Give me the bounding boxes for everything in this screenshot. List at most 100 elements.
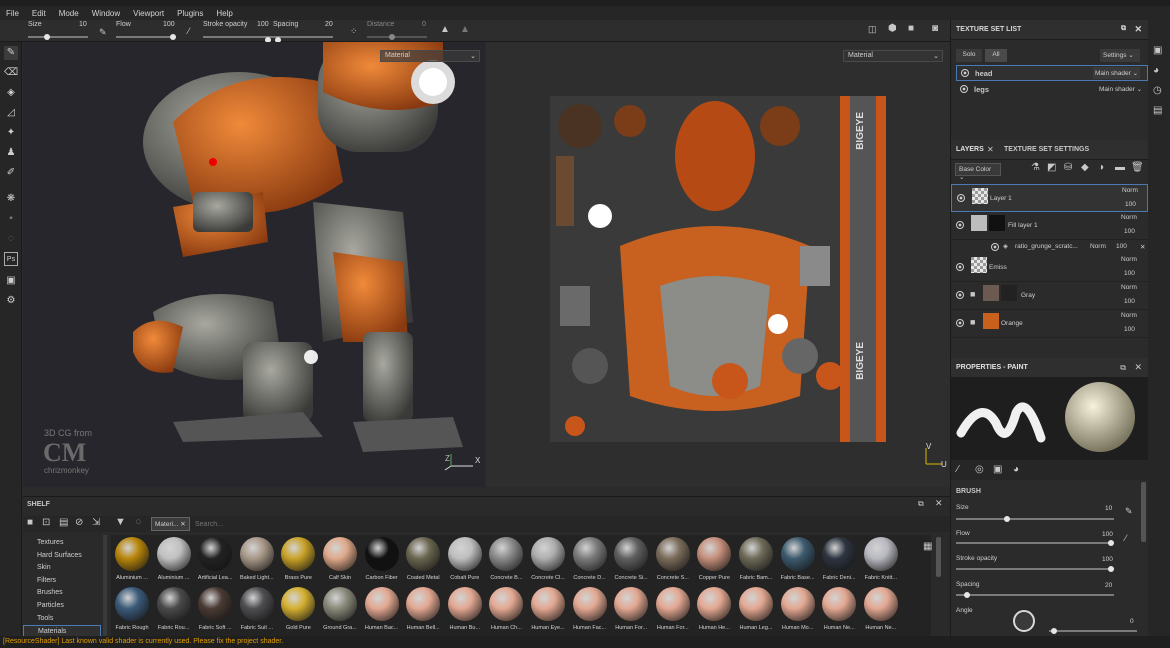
close-icon[interactable]: ✕ (1134, 24, 1142, 35)
pen-angle-icon[interactable]: ⁄ (188, 26, 190, 36)
viewport2d-material-select[interactable]: Material ⌄ (843, 50, 943, 62)
prop-angle-slider[interactable] (1049, 628, 1137, 634)
prop-size-slider[interactable] (956, 516, 1114, 522)
library-icon[interactable]: ▤ (59, 517, 68, 528)
undock-icon[interactable]: ⧉ (1120, 363, 1126, 373)
layer-opacity[interactable]: 100 (1125, 201, 1136, 208)
distance-slider[interactable] (367, 34, 427, 40)
layer-row-emiss[interactable]: Emiss Norm 100 (951, 254, 1148, 282)
paint-brush-icon[interactable]: ✎ (4, 46, 18, 60)
material-item[interactable]: Human Ch... (485, 587, 527, 631)
size-slider[interactable] (28, 34, 88, 40)
prop-size-handle[interactable] (1004, 516, 1010, 522)
visibility-eye-icon[interactable] (956, 263, 964, 271)
viewport-3d[interactable]: 3D CG from CM chrizmonkey Z X (23, 42, 485, 487)
brush-tab-icon[interactable]: ⁄ (957, 464, 959, 475)
distance-slider-handle[interactable] (389, 34, 395, 40)
glow-icon[interactable]: ◌ (4, 232, 18, 246)
material-item[interactable]: Fabric Deni... (818, 537, 860, 581)
polygon-fill-icon[interactable]: ◿ (4, 106, 18, 120)
material-item[interactable]: Human Eye... (527, 587, 569, 631)
paint-bucket-icon[interactable]: ◆ (1081, 162, 1089, 173)
material-item[interactable]: Aluminium ... (153, 537, 195, 581)
menu-item-viewport[interactable]: Viewport (133, 9, 164, 18)
material-item[interactable]: Human Bell... (402, 587, 444, 631)
shelf-category-skin[interactable]: Skin (23, 562, 101, 574)
menu-item-file[interactable]: File (6, 9, 19, 18)
layer-opacity[interactable]: 100 (1124, 298, 1135, 305)
shelf-search-input[interactable] (195, 518, 943, 530)
layer-opacity[interactable]: 100 (1116, 243, 1127, 250)
size-slider-handle[interactable] (44, 34, 50, 40)
add-fill-layer-icon[interactable]: ⛁ (1064, 162, 1072, 173)
material-item[interactable]: Human For... (652, 587, 694, 631)
prop-spacing-handle[interactable] (964, 592, 970, 598)
material-item[interactable]: Coated Metal (402, 537, 444, 581)
import-icon[interactable]: ⇲ (92, 517, 100, 528)
tab-texture-set-settings[interactable]: TEXTURE SET SETTINGS (1004, 146, 1089, 153)
shader-select[interactable]: Main shader ⌄ (1097, 83, 1144, 95)
material-item[interactable]: Fabric Base... (777, 537, 819, 581)
pen-angle-icon[interactable]: ⁄ (1125, 533, 1127, 543)
prop-flow-handle[interactable] (1108, 540, 1114, 546)
shelf-category-hard-surfaces[interactable]: Hard Surfaces (23, 550, 101, 562)
visibility-eye-icon[interactable] (956, 319, 964, 327)
color-picker-icon[interactable]: ✐ (4, 166, 18, 180)
symmetry-icon[interactable]: ▲ (440, 24, 450, 35)
symmetry-mirror-icon[interactable]: ▲ (460, 24, 470, 35)
close-icon[interactable]: ✕ (1140, 243, 1145, 251)
texture-set-row-head[interactable]: head Main shader ⌄ (956, 65, 1148, 81)
settings-icon[interactable]: ⚙ (4, 294, 18, 308)
close-icon[interactable]: ✕ (1134, 362, 1142, 373)
photoshop-icon[interactable]: Ps (4, 252, 18, 266)
layer-row-layer1[interactable]: Layer 1 Norm 100 (951, 184, 1148, 212)
hide-icon[interactable]: ⊘ (75, 517, 83, 528)
pen-pressure-icon[interactable]: ✎ (99, 27, 107, 38)
clone-icon[interactable]: ♟ (4, 146, 18, 160)
layer-row-gray[interactable]: ■ Gray Norm 100 (951, 282, 1148, 310)
projection-icon[interactable]: ◈ (4, 86, 18, 100)
filter-tag[interactable]: Materi... ✕ (151, 517, 190, 531)
blend-mode[interactable]: Norm (1121, 284, 1137, 291)
shader-select[interactable]: Main shader ⌄ (1093, 67, 1141, 79)
menu-item-plugins[interactable]: Plugins (177, 9, 203, 18)
material-item[interactable]: Concrete S... (652, 537, 694, 581)
eraser-icon[interactable]: ⌫ (4, 66, 18, 80)
settings-dropdown[interactable]: Settings ⌄ (1100, 49, 1140, 62)
add-effect-icon[interactable]: ⚗ (1031, 162, 1040, 173)
flow-slider-handle[interactable] (170, 34, 176, 40)
close-tag-icon[interactable]: ✕ (180, 521, 185, 528)
material-item[interactable]: Brass Pure (277, 537, 319, 581)
shelf-category-tools[interactable]: Tools (23, 613, 101, 625)
shelf-dock-icon[interactable]: ▣ (1153, 45, 1162, 56)
menu-item-mode[interactable]: Mode (59, 9, 79, 18)
shelf-category-particles[interactable]: Particles (23, 600, 101, 612)
visibility-eye-icon[interactable] (961, 69, 969, 77)
material-item[interactable]: Concrete Si... (610, 537, 652, 581)
camera-video-icon[interactable]: ■ (908, 23, 914, 34)
add-folder-icon[interactable]: ▬ (1115, 162, 1125, 173)
tab-layers[interactable]: LAYERS (956, 146, 984, 153)
prop-spacing-slider[interactable] (956, 592, 1114, 598)
prop-angle-handle[interactable] (1051, 628, 1057, 634)
undock-icon[interactable]: ⧉ (918, 499, 924, 509)
history-icon[interactable]: ◷ (1153, 85, 1162, 96)
visibility-eye-icon[interactable] (960, 85, 968, 93)
material-item[interactable]: Human Bac... (361, 587, 403, 631)
material-item[interactable]: Ground Gra... (319, 587, 361, 631)
material-item[interactable]: Fabric Soft ... (194, 587, 236, 631)
bake-icon[interactable]: ❋ (4, 192, 18, 206)
prop-stroke-slider[interactable] (956, 566, 1114, 572)
material-item[interactable]: Human Mo... (777, 587, 819, 631)
filter-icon[interactable]: ▼ (115, 516, 126, 528)
material-item[interactable]: Human For... (610, 587, 652, 631)
viewport-2d[interactable]: BIGEYE BIGEYE V U (486, 42, 950, 487)
smudge-icon[interactable]: ✦ (4, 126, 18, 140)
blend-mode[interactable]: Norm (1121, 214, 1137, 221)
shelf-scrollbar[interactable] (936, 537, 941, 577)
pen-pressure-icon[interactable]: ✎ (1125, 506, 1133, 517)
stencil-tab-icon[interactable]: ▣ (993, 464, 1002, 475)
menu-item-help[interactable]: Help (216, 9, 232, 18)
angle-dial[interactable] (1013, 610, 1035, 632)
material-item[interactable]: Calf Skin (319, 537, 361, 581)
